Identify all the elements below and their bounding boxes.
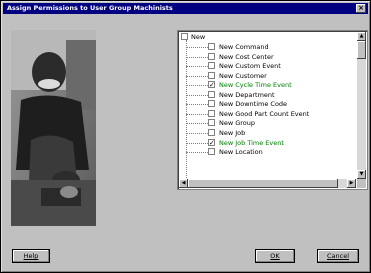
tree-connector (186, 123, 208, 125)
tree-connector (186, 104, 208, 106)
tree-connector (186, 47, 208, 48)
tree-connector (186, 152, 208, 154)
close-icon: × (358, 4, 364, 12)
horizontal-scrollbar[interactable]: ◀ ▶ (179, 179, 356, 188)
user-photo (11, 30, 96, 226)
tree-content: New New Command New Cost Center New Custom… (179, 32, 355, 180)
tree-connector (186, 56, 208, 58)
checkmark-icon: ✓ (209, 81, 215, 90)
tree-item-label: New Customer (219, 71, 267, 80)
arrow-up-icon[interactable]: ▲ (357, 32, 366, 41)
tree-connector (186, 85, 208, 87)
cancel-button-label: Cancel (326, 252, 350, 260)
window-title: Assign Permissions to User Group Machini… (7, 4, 173, 12)
cancel-button[interactable]: Cancel (317, 249, 359, 263)
horizontal-scroll-thumb[interactable] (188, 179, 338, 188)
tree-connector (186, 66, 208, 68)
tree-item-label: New Group (219, 119, 256, 128)
ok-button-label: OK (270, 252, 280, 260)
tree-item-checkbox[interactable] (208, 71, 215, 79)
root-label: New (191, 33, 206, 41)
tree-connector (186, 40, 187, 178)
arrow-down-icon[interactable]: ▼ (357, 170, 366, 179)
help-button-label: Help (23, 252, 39, 260)
arrow-left-icon[interactable]: ◀ (179, 179, 188, 188)
root-checkbox[interactable] (181, 33, 188, 40)
tree-item-label: New Cost Center (219, 52, 274, 61)
tree-item-checkbox[interactable] (208, 109, 215, 117)
close-button[interactable]: × (356, 4, 366, 13)
tree-connector (186, 113, 208, 115)
vertical-scroll-thumb[interactable] (357, 41, 366, 59)
permissions-dialog: Assign Permissions to User Group Machini… (0, 0, 371, 273)
tree-item-checkbox[interactable] (208, 62, 215, 70)
tree-connector (186, 75, 208, 77)
tree-item-checkbox[interactable] (208, 128, 215, 136)
tree-item-label: New Custom Event (219, 62, 281, 71)
tree-item-label: New Good Part Count Event (219, 109, 310, 118)
tree-connector (186, 132, 208, 134)
ok-button[interactable]: OK (255, 249, 295, 263)
tree-item-checkbox[interactable] (208, 119, 215, 127)
tree-item-label: New Command (219, 43, 269, 51)
tree-item-checkbox[interactable] (208, 52, 215, 60)
tree-item-label: New Location (219, 148, 263, 157)
vertical-scrollbar[interactable]: ▲ ▼ (357, 32, 366, 179)
tree-item-checkbox[interactable] (208, 148, 215, 156)
scroll-corner (357, 179, 366, 188)
tree-connector (186, 142, 208, 144)
photo-image (11, 30, 96, 226)
tree-item-label: New Job (219, 128, 246, 137)
tree-item-checkbox[interactable] (208, 90, 215, 98)
tree-item-checkbox[interactable] (208, 43, 215, 50)
tree-item-checkbox[interactable]: ✓ (208, 138, 215, 147)
tree-item-label: New Cycle Time Event (219, 81, 292, 90)
tree-item-checkbox[interactable] (208, 100, 215, 108)
tree-item-label: New Downtime Code (219, 100, 288, 109)
checkmark-icon: ✓ (209, 138, 215, 147)
tree-item-label: New Department (219, 90, 275, 99)
title-bar[interactable]: Assign Permissions to User Group Machini… (3, 3, 368, 14)
tree-connector (186, 94, 208, 96)
arrow-right-icon[interactable]: ▶ (347, 179, 356, 188)
help-button[interactable]: Help (12, 249, 50, 263)
permissions-tree[interactable]: New New Command New Cost Center New Custom… (177, 30, 368, 190)
tree-item-checkbox[interactable]: ✓ (208, 81, 215, 90)
tree-item-label: New Job Time Event (219, 138, 284, 147)
